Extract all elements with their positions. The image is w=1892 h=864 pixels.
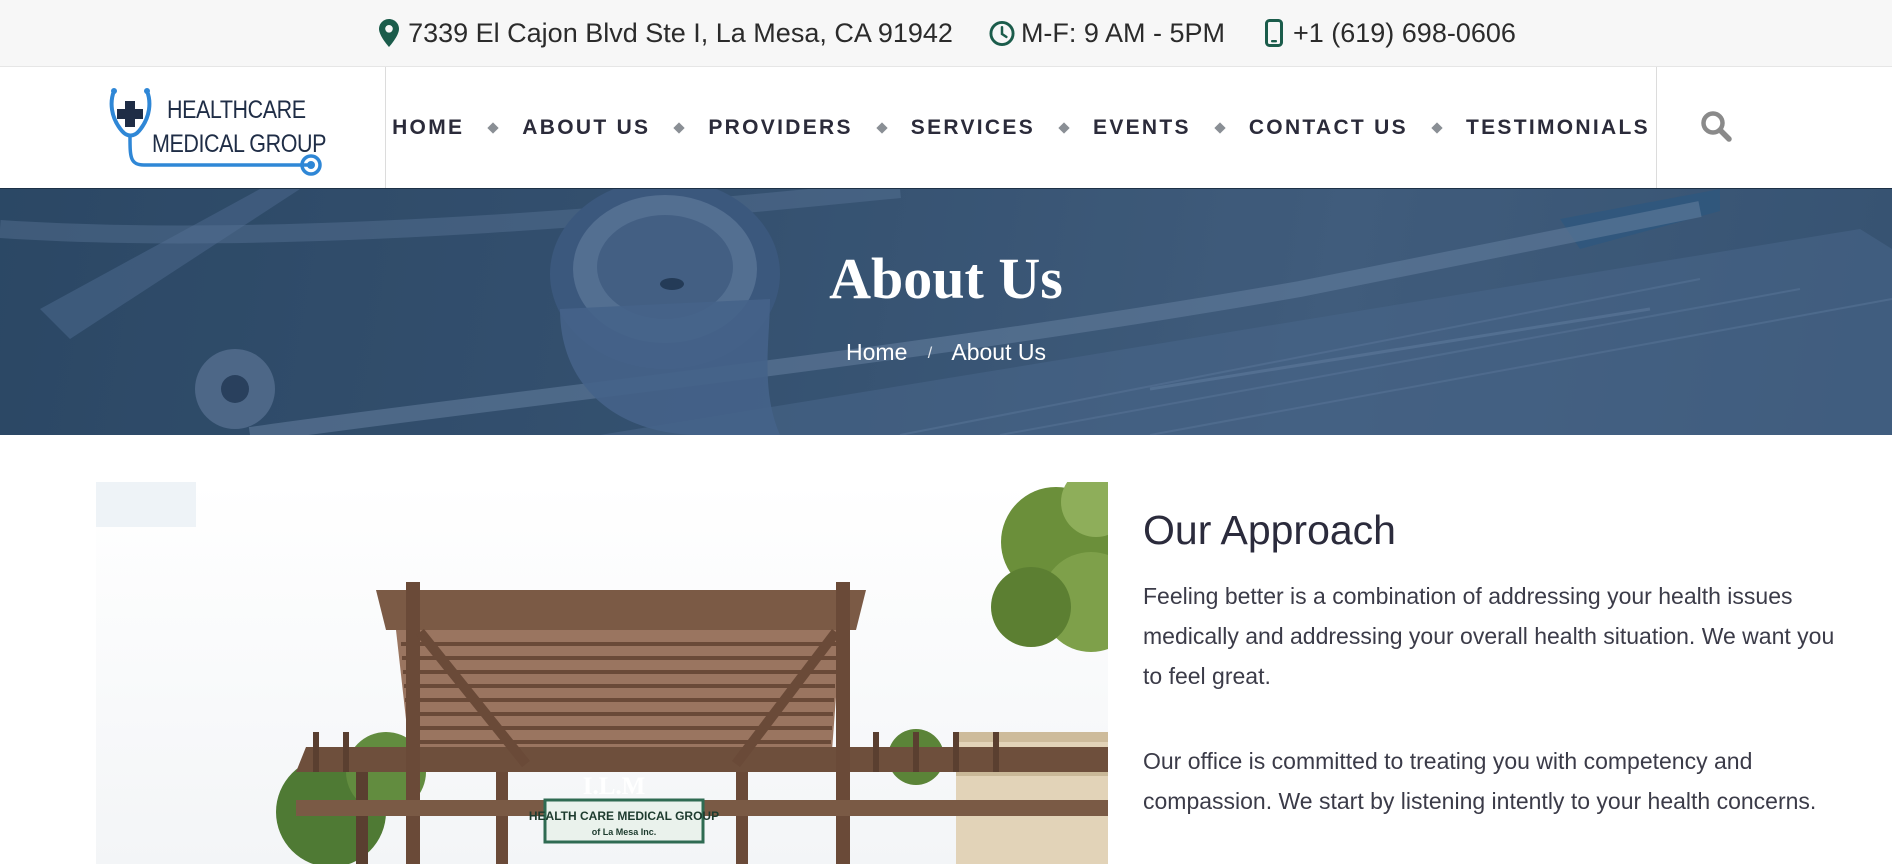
page-hero-banner: About Us Home / About Us [0,189,1892,435]
our-approach-section: Our Approach Feeling better is a combina… [1143,507,1843,864]
nav-item-about-us[interactable]: ABOUT US [522,116,650,140]
address-info: 7339 El Cajon Blvd Ste I, La Mesa, CA 91… [376,18,953,49]
nav-item-events[interactable]: EVENTS [1093,116,1191,140]
logo-line-medical-group: MEDICAL GROUP [152,130,327,158]
hours-info: M-F: 9 AM - 5PM [989,18,1225,49]
nav-separator [876,121,888,134]
nav-item-home[interactable]: HOME [392,116,464,140]
approach-paragraph-2: Our office is committed to treating you … [1143,748,1817,814]
nav-item-testimonials[interactable]: TESTIMONIALS [1466,116,1650,140]
nav-item-services[interactable]: SERVICES [911,116,1035,140]
nav-separator [1058,121,1070,134]
hours-text: M-F: 9 AM - 5PM [1020,17,1225,48]
sign-main-text: HEALTH CARE MEDICAL GROUP [529,809,719,823]
search-icon [1701,111,1732,142]
nav-separator [487,121,499,134]
address-text: 7339 El Cajon Blvd Ste I, La Mesa, CA 91… [408,17,953,48]
approach-heading: Our Approach [1143,507,1396,553]
mobile-phone-icon [1261,18,1287,48]
logo-line-healthcare: HEALTHCARE [167,96,306,124]
sign-sub-text: of La Mesa Inc. [592,827,657,837]
main-navigation: HOME ABOUT US PROVIDERS SERVICES EVENTS … [386,67,1656,188]
nav-item-contact-us[interactable]: CONTACT US [1249,116,1408,140]
clinic-building-photo: I.L.M HEALTH CARE MEDICAL GROUP of La Me… [96,482,1108,864]
phone-text[interactable]: +1 (619) 698-0606 [1293,18,1516,49]
breadcrumb-home-link[interactable]: Home [846,339,907,365]
map-pin-icon [376,18,402,48]
clock-icon [989,18,1015,48]
page-title: About Us [829,246,1063,311]
nav-separator [1431,121,1443,134]
search-button[interactable] [1700,110,1734,144]
breadcrumb: Home / About Us [0,339,1892,366]
building-image: I.L.M HEALTH CARE MEDICAL GROUP of La Me… [96,482,1108,864]
breadcrumb-current: About Us [951,339,1046,365]
breadcrumb-separator: / [927,345,933,362]
top-info-bar: 7339 El Cajon Blvd Ste I, La Mesa, CA 91… [0,0,1892,67]
site-header: HEALTHCARE MEDICAL GROUP HOME ABOUT US P… [0,67,1892,189]
site-logo[interactable]: HEALTHCARE MEDICAL GROUP [108,87,328,177]
stethoscope-background-image [0,189,1892,435]
approach-paragraph-1: Feeling better is a combination of addre… [1143,583,1835,689]
phone-info[interactable]: +1 (619) 698-0606 [1261,18,1516,49]
nav-separator [1214,121,1226,134]
nav-separator [673,121,686,134]
header-divider-right [1656,67,1657,188]
nav-item-providers[interactable]: PROVIDERS [708,116,852,140]
sign-ilm: I.L.M [583,773,646,800]
